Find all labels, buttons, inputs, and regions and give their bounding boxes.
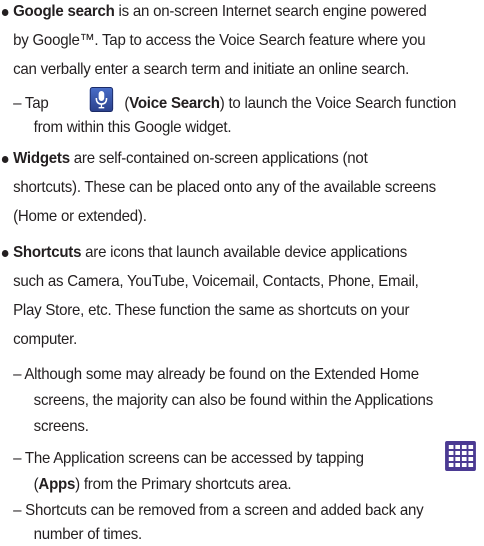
bullet-text-line: Play Store, etc. These function the same… [13,301,410,319]
bullet-text-line: (Home or extended). [13,207,147,225]
bullet-text-line: computer. [13,330,78,348]
sub-text-line: – The Application screens can be accesse… [13,449,364,467]
bullet-text-line: Google search is an on-screen Internet s… [13,2,427,20]
sub-text-line: (Apps) from the Primary shortcuts area. [33,475,292,493]
bullet-text-line: by Google™. Tap to access the Voice Sear… [13,31,426,49]
bullet-dot [1,9,9,16]
sub-text-line: from within this Google widget. [33,118,232,136]
bullet-text-line: Widgets are self-contained on-screen app… [13,149,368,167]
microphone-icon [89,87,114,112]
document-body: Google search is an on-screen Internet s… [0,0,484,543]
apps-grid-icon [445,441,476,471]
term-shortcuts: Shortcuts [13,243,82,261]
sub-text-line: – Tap [13,94,49,112]
bullet-dot [1,156,9,163]
bullet-text-line: can verbally enter a search term and ini… [13,60,410,78]
bullet-dot [1,250,9,257]
bullet-text-line: shortcuts). These can be placed onto any… [13,178,436,196]
bullet-text-line: such as Camera, YouTube, Voicemail, Cont… [13,272,419,290]
term-widgets: Widgets [13,149,70,167]
term-voice-search: Voice Search [129,94,220,112]
term-google-search: Google search [13,2,115,20]
sub-text-line: screens, the majority can also be found … [33,391,434,409]
sub-text-line: – Shortcuts can be removed from a screen… [13,501,424,519]
term-apps: Apps [38,475,76,493]
bullet-text-line: Shortcuts are icons that launch availabl… [13,243,408,261]
sub-text-line: – Although some may already be found on … [13,365,419,383]
sub-text-line: screens. [33,417,89,435]
sub-text-line: (Voice Search) to launch the Voice Searc… [124,94,457,112]
